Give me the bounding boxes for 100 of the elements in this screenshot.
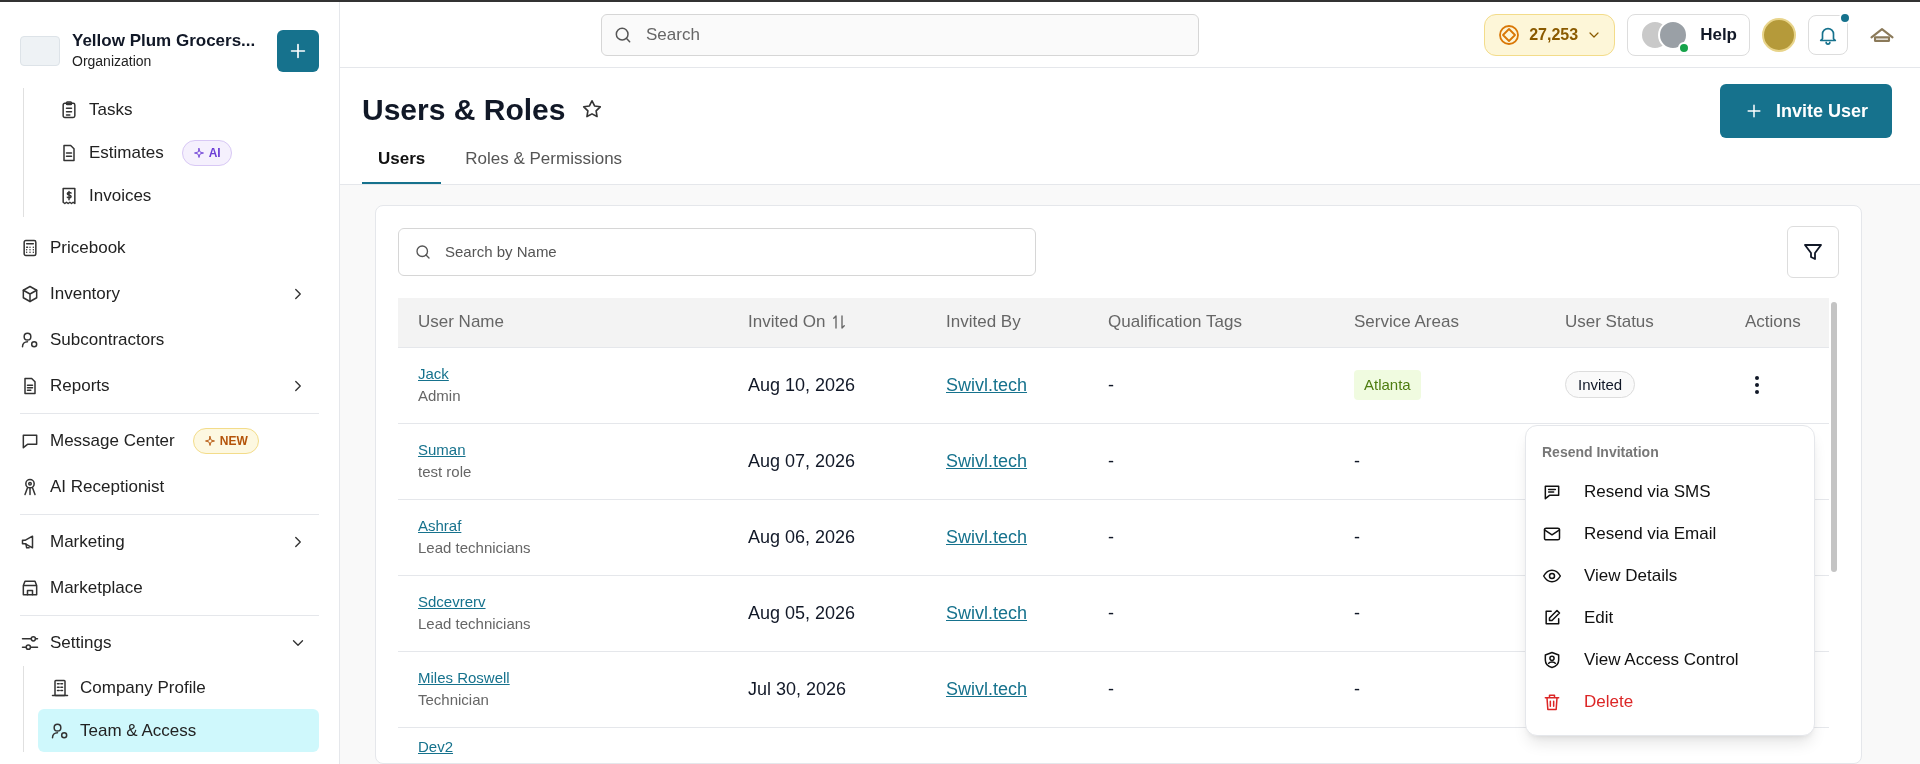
page-title: Users & Roles bbox=[362, 92, 566, 128]
table-cell-text: - bbox=[1354, 449, 1360, 473]
sidebar-item[interactable]: Invoices bbox=[47, 174, 319, 217]
invited-by-link[interactable]: Swivl.tech bbox=[946, 526, 1028, 547]
table-cell-text: Aug 05, 2026 bbox=[748, 601, 857, 625]
sidebar-item[interactable]: Marketing bbox=[20, 519, 319, 565]
receipt-icon bbox=[59, 185, 79, 206]
invited-by-link[interactable]: Swivl.tech bbox=[946, 374, 1028, 395]
sidebar-item-label: Settings bbox=[50, 632, 112, 655]
sidebar-item[interactable]: Settings bbox=[20, 620, 319, 666]
column-header: Actions bbox=[1745, 311, 1802, 334]
column-header: Service Areas bbox=[1354, 311, 1460, 334]
user-role: Technician bbox=[418, 690, 490, 710]
coin-icon bbox=[1497, 22, 1522, 47]
tab[interactable]: Roles & Permissions bbox=[449, 142, 639, 184]
table-cell-text: Aug 06, 2026 bbox=[748, 525, 857, 549]
user-name-link[interactable]: Sdcevrerv bbox=[418, 590, 486, 613]
table-cell-text: - bbox=[1108, 601, 1115, 625]
sparkle-icon bbox=[192, 146, 205, 159]
menu-item[interactable]: View Access Control bbox=[1542, 639, 1798, 681]
scrollbar-thumb[interactable] bbox=[1831, 301, 1837, 572]
user-name-link[interactable]: Ashraf bbox=[418, 514, 462, 537]
building-icon bbox=[50, 677, 70, 698]
sidebar-item-label: Inventory bbox=[50, 283, 120, 306]
sidebar-item[interactable]: Tasks bbox=[47, 88, 319, 131]
table-cell-text: - bbox=[1354, 677, 1360, 701]
invite-user-button[interactable]: Invite User bbox=[1719, 84, 1892, 138]
sidebar-item-label: Pricebook bbox=[50, 237, 126, 260]
menu-heading: Resend Invitation bbox=[1542, 443, 1660, 462]
help-button[interactable]: Help bbox=[1627, 13, 1750, 56]
invited-by-link[interactable]: Swivl.tech bbox=[946, 602, 1028, 623]
menu-item[interactable]: View Details bbox=[1542, 555, 1798, 597]
user-gear-icon bbox=[20, 330, 40, 350]
message-icon bbox=[1542, 482, 1562, 502]
invited-by-link[interactable]: Swivl.tech bbox=[946, 450, 1028, 471]
favorite-button[interactable] bbox=[581, 98, 604, 120]
cube-icon bbox=[20, 284, 40, 304]
sidebar-item[interactable]: Team & Access bbox=[38, 709, 319, 752]
mail-icon bbox=[1542, 524, 1562, 544]
sidebar-item[interactable]: Marketplace bbox=[20, 565, 319, 611]
calculator-icon bbox=[20, 238, 40, 258]
table-cell-text: - bbox=[1108, 449, 1115, 473]
star-icon bbox=[581, 98, 604, 120]
table-cell-text: Aug 10, 2026 bbox=[748, 373, 857, 397]
menu-item[interactable]: Resend via Email bbox=[1542, 513, 1798, 555]
sidebar-item[interactable]: Inventory bbox=[20, 271, 319, 317]
sidebar-item-label: Invoices bbox=[89, 184, 152, 207]
chat-icon bbox=[20, 431, 40, 451]
sidebar-item[interactable]: AI Receptionist bbox=[20, 464, 319, 510]
clipboard-icon bbox=[59, 99, 79, 120]
edit-icon bbox=[1542, 608, 1562, 628]
eye-icon bbox=[1542, 566, 1562, 586]
sidebar-item[interactable]: Subcontractors bbox=[20, 317, 319, 363]
sidebar-item[interactable]: Estimates AI bbox=[47, 131, 319, 174]
sidebar-item-label: Marketing bbox=[50, 531, 125, 554]
sliders-icon bbox=[20, 633, 40, 653]
sidebar-item-label: Reports bbox=[50, 375, 110, 398]
sidebar-item-label: Company Profile bbox=[80, 676, 206, 699]
tab[interactable]: Users bbox=[362, 142, 442, 184]
badge-text: AI bbox=[208, 144, 221, 162]
invited-by-link[interactable]: Swivl.tech bbox=[946, 678, 1028, 699]
sparkle-icon bbox=[203, 435, 216, 447]
sidebar-item[interactable]: Pricebook bbox=[20, 225, 319, 271]
user-name-link[interactable]: Suman bbox=[418, 438, 466, 461]
user-name-link[interactable]: Miles Roswell bbox=[418, 666, 510, 689]
sidebar-item-label: Marketplace bbox=[50, 577, 143, 600]
table-cell-text: Jul 30, 2026 bbox=[748, 677, 848, 701]
menu-item[interactable]: Delete bbox=[1542, 681, 1798, 723]
store-icon bbox=[20, 578, 40, 598]
table-cell-text: - bbox=[1108, 373, 1115, 397]
table-cell-text: Aug 07, 2026 bbox=[748, 449, 857, 473]
user-name-link[interactable]: Jack bbox=[418, 362, 449, 385]
column-header: Invited On bbox=[748, 311, 826, 334]
more-vertical-icon bbox=[1755, 376, 1759, 394]
search-by-name-field[interactable]: Search by Name bbox=[398, 227, 1036, 276]
filter-button[interactable] bbox=[1787, 225, 1839, 278]
sidebar-item[interactable]: Message Center NEW bbox=[20, 418, 319, 464]
sidebar-item[interactable]: Company Profile bbox=[38, 666, 319, 709]
user-role: test role bbox=[418, 462, 473, 482]
search-field[interactable]: Search bbox=[601, 13, 1199, 56]
table-cell-text: - bbox=[1354, 601, 1360, 625]
org-logo bbox=[20, 36, 60, 66]
coins-button[interactable]: 27,253 bbox=[1484, 13, 1616, 56]
menu-item[interactable]: Resend via SMS bbox=[1542, 471, 1798, 513]
add-button[interactable] bbox=[277, 30, 319, 72]
notifications-button[interactable] bbox=[1808, 14, 1848, 55]
user-role: Lead technicians bbox=[418, 538, 532, 558]
table-cell-text: - bbox=[1108, 677, 1115, 701]
shield-user-icon bbox=[1542, 650, 1562, 670]
column-header: Qualification Tags bbox=[1108, 311, 1243, 334]
table-cell-text: - bbox=[1108, 525, 1115, 549]
menu-item[interactable]: Edit bbox=[1542, 597, 1798, 639]
column-header: Invited By bbox=[946, 311, 1022, 334]
column-header: User Status bbox=[1565, 311, 1655, 334]
user-name-link[interactable]: Dev2 bbox=[418, 735, 454, 758]
avatar bbox=[1658, 19, 1689, 50]
sidebar-item[interactable]: Reports bbox=[20, 363, 319, 409]
org-type: Organization bbox=[72, 52, 153, 71]
badge-text: NEW bbox=[219, 433, 248, 450]
user-role: Admin bbox=[418, 386, 462, 406]
